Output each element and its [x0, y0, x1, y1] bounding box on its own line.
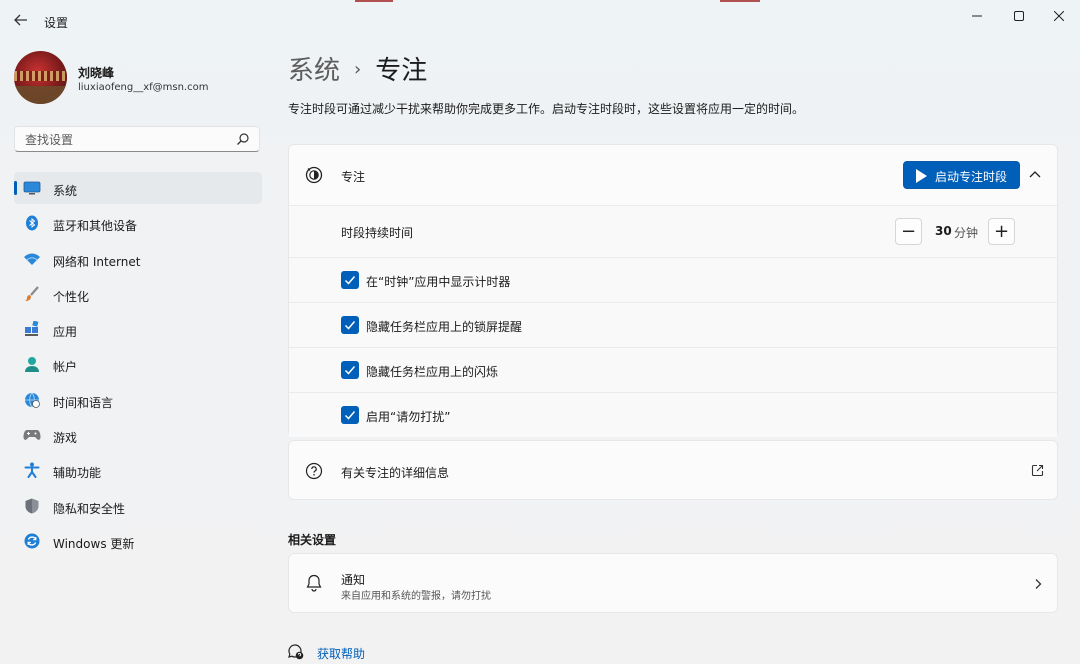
- checkmark-icon: [344, 276, 356, 285]
- sidebar-item-personalization[interactable]: 个性化: [14, 278, 262, 310]
- sidebar-item-privacy[interactable]: 隐私和安全性: [14, 490, 262, 522]
- option-row-hide-badges[interactable]: 隐藏任务栏应用上的锁屏提醒: [289, 302, 1057, 347]
- sidebar-item-system[interactable]: 系统: [14, 172, 262, 204]
- avatar: [14, 51, 67, 104]
- title-bar: 设置: [0, 0, 1080, 40]
- chevron-right-icon: [1035, 579, 1042, 589]
- notifications-card[interactable]: 通知 来自应用和系统的警报，请勿打扰: [288, 553, 1058, 613]
- related-settings-heading: 相关设置: [288, 533, 337, 547]
- checkbox-checked[interactable]: [341, 361, 359, 379]
- focus-info-label: 有关专注的详细信息: [341, 466, 450, 480]
- bluetooth-icon: [23, 215, 41, 231]
- breadcrumb-separator-icon: ›: [354, 59, 362, 80]
- wifi-icon: [23, 251, 41, 267]
- checkmark-icon: [344, 366, 356, 375]
- option-label: 启用“请勿打扰”: [366, 410, 451, 424]
- maximize-button[interactable]: [1004, 6, 1034, 26]
- top-accent-line: [720, 0, 760, 2]
- option-row-do-not-disturb[interactable]: 启用“请勿打扰”: [289, 392, 1057, 437]
- accessibility-icon: [23, 462, 41, 479]
- duration-row: 时段持续时间 − 30 分钟 +: [289, 205, 1057, 257]
- duration-value: 30: [935, 224, 952, 238]
- checkmark-icon: [344, 321, 356, 330]
- sidebar-item-label: 帐户: [53, 360, 78, 375]
- sidebar-item-apps[interactable]: 应用: [14, 313, 262, 345]
- search-icon[interactable]: [236, 132, 250, 146]
- option-label: 在“时钟”应用中显示计时器: [366, 275, 511, 289]
- sidebar-item-gaming[interactable]: 游戏: [14, 419, 262, 451]
- start-focus-session-button[interactable]: 启动专注时段: [903, 161, 1020, 189]
- open-external-icon: [1031, 464, 1044, 477]
- sidebar-item-label: 个性化: [53, 289, 90, 304]
- increase-duration-button[interactable]: +: [988, 218, 1015, 245]
- sidebar-item-accessibility[interactable]: 辅助功能: [14, 454, 262, 486]
- checkbox-checked[interactable]: [341, 406, 359, 424]
- option-row-hide-flashing[interactable]: 隐藏任务栏应用上的闪烁: [289, 347, 1057, 392]
- sidebar-item-accounts[interactable]: 帐户: [14, 348, 262, 380]
- notifications-title: 通知: [341, 573, 366, 587]
- person-icon: [23, 356, 41, 373]
- minimize-button[interactable]: [962, 6, 992, 26]
- notifications-subtitle: 来自应用和系统的警报，请勿打扰: [341, 591, 491, 602]
- page-title: 专注: [375, 56, 428, 86]
- play-icon: [916, 169, 927, 183]
- back-arrow-icon[interactable]: [12, 11, 30, 29]
- option-label: 隐藏任务栏应用上的闪烁: [366, 365, 499, 379]
- option-label: 隐藏任务栏应用上的锁屏提醒: [366, 320, 523, 334]
- focus-header[interactable]: 专注 启动专注时段: [289, 145, 1057, 205]
- duration-label: 时段持续时间: [341, 226, 414, 240]
- focus-card: 专注 启动专注时段 时段持续时间 − 30 分钟 + 在“时钟”应用中显示计时器: [288, 144, 1058, 437]
- top-accent-line: [355, 0, 393, 2]
- get-help-label: 获取帮助: [317, 647, 366, 661]
- monitor-icon: [23, 180, 41, 196]
- brush-icon: [23, 286, 41, 302]
- sidebar-item-label: 应用: [53, 325, 78, 340]
- sidebar-item-label: 隐私和安全性: [53, 501, 126, 516]
- help-chat-icon: [288, 644, 304, 660]
- globe-clock-icon: [23, 392, 41, 408]
- search-box[interactable]: [14, 126, 260, 152]
- focus-label: 专注: [341, 170, 366, 184]
- breadcrumb: 系统 › 专注: [288, 50, 427, 87]
- sidebar-item-label: 网络和 Internet: [53, 254, 141, 269]
- page-description: 专注时段可通过减少干扰来帮助你完成更多工作。启动专注时段时，这些设置将应用一定的…: [288, 102, 805, 116]
- sidebar-item-label: 辅助功能: [53, 466, 102, 481]
- sidebar-item-label: 时间和语言: [53, 395, 114, 410]
- checkbox-checked[interactable]: [341, 316, 359, 334]
- app-title: 设置: [44, 16, 69, 30]
- bell-icon: [306, 574, 322, 592]
- checkmark-icon: [344, 411, 356, 420]
- sidebar-item-time-language[interactable]: 时间和语言: [14, 384, 262, 416]
- apps-icon: [23, 321, 41, 337]
- sidebar-item-label: 系统: [53, 184, 78, 198]
- gamepad-icon: [23, 427, 41, 443]
- user-profile[interactable]: 刘晓峰 liuxiaofeng__xf@msn.com: [14, 51, 264, 105]
- chevron-up-icon[interactable]: [1027, 167, 1043, 183]
- focus-icon: [305, 166, 323, 184]
- profile-name: 刘晓峰: [78, 66, 115, 80]
- focus-info-card[interactable]: 有关专注的详细信息: [288, 440, 1058, 500]
- duration-unit: 分钟: [954, 226, 979, 240]
- sidebar-item-bluetooth[interactable]: 蓝牙和其他设备: [14, 207, 262, 239]
- sidebar-item-label: 蓝牙和其他设备: [53, 219, 138, 234]
- search-input[interactable]: [23, 131, 227, 149]
- help-question-icon: [305, 462, 323, 480]
- decrease-duration-button[interactable]: −: [895, 218, 922, 245]
- windows-update-icon: [23, 533, 41, 549]
- sidebar-item-label: Windows 更新: [53, 536, 135, 551]
- sidebar-item-windows-update[interactable]: Windows 更新: [14, 525, 262, 557]
- option-row-clock-timer[interactable]: 在“时钟”应用中显示计时器: [289, 257, 1057, 302]
- sidebar-item-network[interactable]: 网络和 Internet: [14, 243, 262, 275]
- sidebar-item-label: 游戏: [53, 431, 78, 446]
- profile-email: liuxiaofeng__xf@msn.com: [78, 82, 209, 93]
- start-focus-label: 启动专注时段: [935, 170, 1008, 184]
- active-indicator: [14, 181, 17, 195]
- breadcrumb-parent[interactable]: 系统: [288, 56, 340, 86]
- checkbox-checked[interactable]: [341, 271, 359, 289]
- close-button[interactable]: [1044, 6, 1074, 26]
- shield-icon: [23, 498, 41, 514]
- sidebar-nav: 系统 蓝牙和其他设备 网络和 Internet 个性化 应用 帐户 时间和语言 …: [14, 172, 262, 560]
